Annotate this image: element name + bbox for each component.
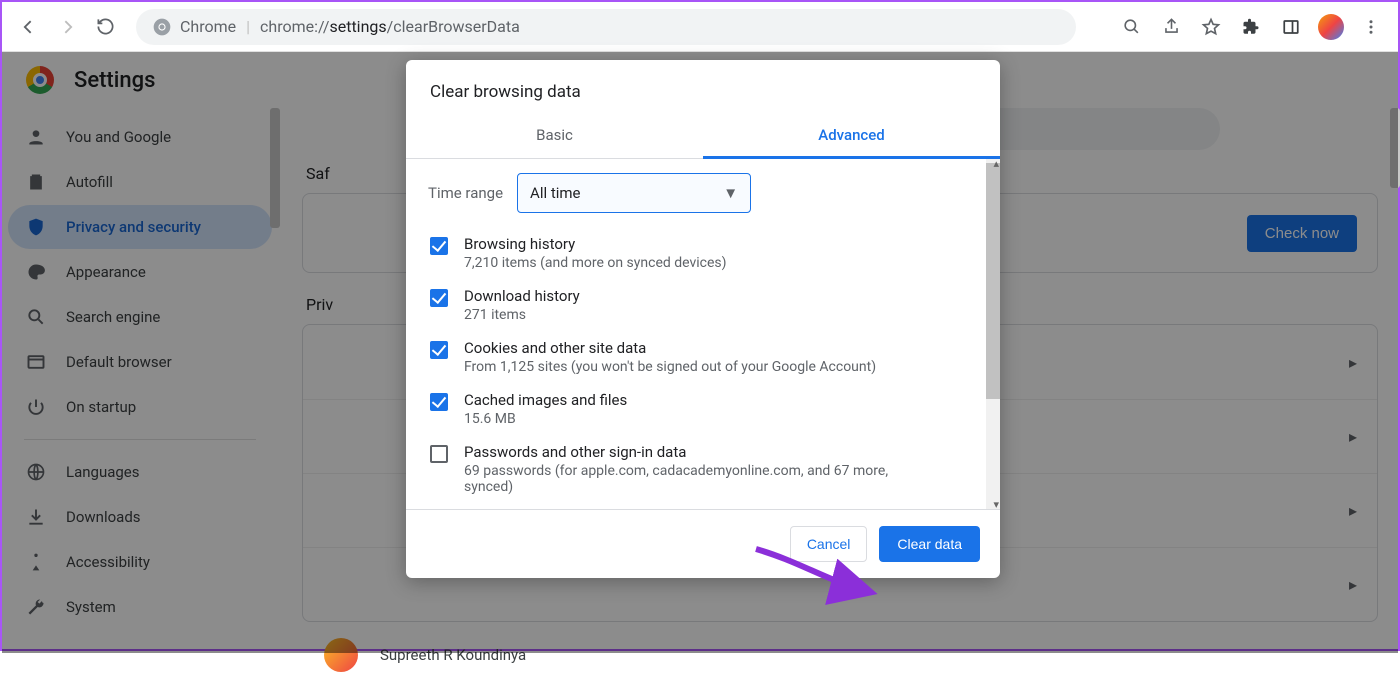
checkbox[interactable]: [430, 237, 448, 255]
chevron-down-icon: ▼: [723, 184, 738, 202]
share-icon[interactable]: [1154, 10, 1188, 44]
option-subtitle: 271 items: [464, 307, 580, 323]
checkbox[interactable]: [430, 289, 448, 307]
reload-button[interactable]: [88, 10, 122, 44]
option-subtitle: 7,210 items (and more on synced devices): [464, 255, 727, 271]
checkbox[interactable]: [430, 341, 448, 359]
extensions-icon[interactable]: [1234, 10, 1268, 44]
dialog-scrollbar-thumb[interactable]: [986, 163, 1000, 399]
cancel-button[interactable]: Cancel: [790, 526, 868, 562]
option-subtitle: 69 passwords (for apple.com, cadacademyo…: [464, 463, 934, 495]
chrome-icon: [152, 17, 172, 37]
time-range-select[interactable]: All time ▼: [517, 173, 751, 213]
tab-basic[interactable]: Basic: [406, 116, 703, 158]
zoom-icon[interactable]: [1114, 10, 1148, 44]
forward-button[interactable]: [50, 10, 84, 44]
clear-option-row: Passwords and other sign-in data 69 passw…: [428, 435, 978, 503]
checkbox[interactable]: [430, 393, 448, 411]
clear-option-row: Cached images and files 15.6 MB: [428, 383, 978, 435]
omnibox[interactable]: Chrome | chrome://settings/clearBrowserD…: [136, 9, 1076, 45]
clear-browsing-data-dialog: Clear browsing data Basic Advanced ▴ ▾ T…: [406, 60, 1000, 578]
tab-advanced[interactable]: Advanced: [703, 116, 1000, 159]
option-subtitle: 15.6 MB: [464, 411, 627, 427]
star-icon[interactable]: [1194, 10, 1228, 44]
scroll-up-icon[interactable]: ▴: [993, 159, 999, 170]
checkbox[interactable]: [430, 445, 448, 463]
omnibox-url: chrome://settings/clearBrowserData: [260, 17, 520, 36]
clear-option-row: Cookies and other site data From 1,125 si…: [428, 331, 978, 383]
option-title: Passwords and other sign-in data: [464, 443, 934, 461]
time-range-value: All time: [530, 184, 580, 202]
browser-toolbar: Chrome | chrome://settings/clearBrowserD…: [2, 2, 1398, 52]
clear-option-row: Browsing history 7,210 items (and more on…: [428, 227, 978, 279]
clear-option-row: Download history 271 items: [428, 279, 978, 331]
omnibox-chip-label: Chrome: [180, 17, 236, 36]
option-title: Browsing history: [464, 235, 727, 253]
option-title: Cached images and files: [464, 391, 627, 409]
menu-icon[interactable]: [1354, 10, 1388, 44]
dialog-tabs: Basic Advanced: [406, 116, 1000, 159]
option-title: Download history: [464, 287, 580, 305]
time-range-label: Time range: [428, 184, 503, 202]
option-title: Cookies and other site data: [464, 339, 876, 357]
back-button[interactable]: [12, 10, 46, 44]
sidepanel-icon[interactable]: [1274, 10, 1308, 44]
profile-avatar[interactable]: [1314, 10, 1348, 44]
scroll-down-icon[interactable]: ▾: [993, 498, 999, 509]
dialog-title: Clear browsing data: [406, 60, 1000, 116]
option-subtitle: From 1,125 sites (you won't be signed ou…: [464, 359, 876, 375]
clear-data-button[interactable]: Clear data: [879, 526, 980, 562]
